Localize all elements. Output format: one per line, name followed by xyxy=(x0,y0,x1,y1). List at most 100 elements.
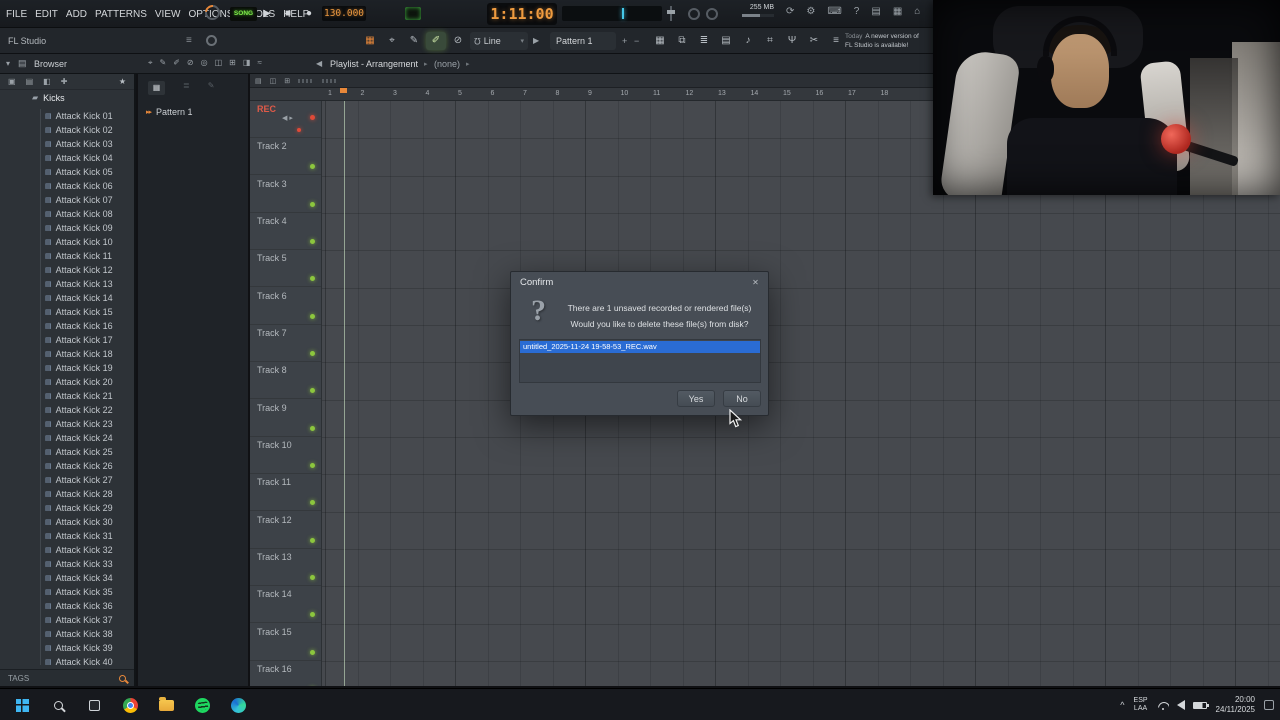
help-icon[interactable]: ? xyxy=(854,6,860,17)
browser-item[interactable]: ▤ Attack Kick 29 xyxy=(0,501,134,515)
menu-file[interactable]: FILE xyxy=(6,9,27,20)
preview-play-icon[interactable]: ▶ xyxy=(533,36,539,45)
typing-keyboard-icon[interactable]: ⌨ xyxy=(827,6,841,17)
hidden-icons-caret[interactable]: ^ xyxy=(1120,700,1124,710)
browser-item[interactable]: ▤ Attack Kick 34 xyxy=(0,571,134,585)
browser-toggle-icon[interactable]: ♪ xyxy=(738,32,758,50)
browser-item[interactable]: ▤ Attack Kick 24 xyxy=(0,431,134,445)
browser-item[interactable]: ▤ Attack Kick 11 xyxy=(0,249,134,263)
target-tool-icon[interactable]: ⌖ xyxy=(148,58,153,68)
playlist-breadcrumb[interactable]: Playlist - Arrangement xyxy=(330,59,418,69)
patcher-icon[interactable]: Ψ xyxy=(782,32,802,50)
slip-tool-icon[interactable]: ◫ xyxy=(215,58,223,68)
track-header[interactable]: Track 13 xyxy=(250,549,321,586)
update-notification[interactable]: Today A newer version of FL Studio is ava… xyxy=(845,32,935,50)
browser-item[interactable]: ▤ Attack Kick 07 xyxy=(0,193,134,207)
track-header[interactable]: Track 3 xyxy=(250,176,321,213)
record-button[interactable]: ● xyxy=(301,6,317,22)
file-explorer-button[interactable] xyxy=(154,693,178,717)
yes-button[interactable]: Yes xyxy=(677,390,715,407)
close-icon[interactable]: ✕ xyxy=(748,276,763,289)
track-enable-dot[interactable] xyxy=(310,238,315,244)
arrangement-selector[interactable]: (none) xyxy=(434,59,460,69)
browser-item[interactable]: ▤ Attack Kick 13 xyxy=(0,277,134,291)
menu-add[interactable]: ADD xyxy=(66,9,87,20)
browser-item[interactable]: ▤ Attack Kick 32 xyxy=(0,543,134,557)
browser-item[interactable]: ▤ Attack Kick 38 xyxy=(0,627,134,641)
browser-folder-kicks[interactable]: ▰ Kicks xyxy=(0,90,134,105)
wifi-icon[interactable] xyxy=(1157,701,1169,710)
edge-button[interactable] xyxy=(226,693,250,717)
mixer-icon[interactable]: ▤ xyxy=(716,32,736,50)
track-header[interactable]: Track 6 xyxy=(250,288,321,325)
delete-tool-icon[interactable]: ⊘ xyxy=(187,58,194,68)
channel-rack-icon[interactable]: ≣ xyxy=(694,32,714,50)
track-header[interactable]: Track 12 xyxy=(250,512,321,549)
browser-item[interactable]: ▤ Attack Kick 15 xyxy=(0,305,134,319)
browser-item[interactable]: ▤ Attack Kick 36 xyxy=(0,599,134,613)
browser-item[interactable]: ▤ Attack Kick 33 xyxy=(0,557,134,571)
browser-item[interactable]: ▤ Attack Kick 23 xyxy=(0,417,134,431)
tempo-display[interactable]: 130.000 xyxy=(322,6,366,21)
track-header[interactable]: Track 15 xyxy=(250,624,321,661)
browser-tab-all-icon[interactable]: ▣ xyxy=(8,77,16,86)
playlist-speaker-icon[interactable]: ◀ xyxy=(316,59,322,68)
track-header[interactable]: Track 8 xyxy=(250,362,321,400)
record-arm-dot[interactable] xyxy=(310,115,315,120)
browser-item[interactable]: ▤ Attack Kick 31 xyxy=(0,529,134,543)
track-header[interactable]: Track 16 xyxy=(250,661,321,686)
browser-item[interactable]: ▤ Attack Kick 28 xyxy=(0,487,134,501)
browser-tab-plugins-icon[interactable]: ◧ xyxy=(43,77,51,86)
pattern-list-icon[interactable]: ≣ xyxy=(183,81,190,95)
start-button[interactable] xyxy=(10,693,34,717)
browser-item[interactable]: ▤ Attack Kick 12 xyxy=(0,263,134,277)
track-header[interactable]: Track 4 xyxy=(250,213,321,250)
preview-tool-icon[interactable]: ≈ xyxy=(257,58,261,68)
record-dot[interactable] xyxy=(297,128,301,132)
piano-roll-icon[interactable]: ⧉ xyxy=(672,32,692,50)
browser-item[interactable]: ▤ Attack Kick 35 xyxy=(0,585,134,599)
browser-item[interactable]: ▤ Attack Kick 27 xyxy=(0,473,134,487)
pattern-list-item[interactable]: ▸▸ Pattern 1 xyxy=(138,104,248,119)
track-enable-dot[interactable] xyxy=(310,500,315,506)
browser-item[interactable]: ▤ Attack Kick 02 xyxy=(0,123,134,137)
no-button[interactable]: No xyxy=(723,390,761,407)
track-mini-controls[interactable]: ◀ ▸ xyxy=(282,114,293,122)
marker-icon[interactable]: ◫ xyxy=(270,77,277,85)
browser-item[interactable]: ▤ Attack Kick 30 xyxy=(0,515,134,529)
shuffle-knob[interactable] xyxy=(688,8,700,20)
browser-item[interactable]: ▤ Attack Kick 19 xyxy=(0,361,134,375)
browser-tab-files-icon[interactable]: ▤ xyxy=(26,77,34,86)
pattern-remove-button[interactable]: − xyxy=(634,36,639,46)
cpu-panel-icon[interactable]: ▦ xyxy=(893,6,902,17)
battery-icon[interactable] xyxy=(1192,701,1209,709)
pencil-tool-icon[interactable]: ✎ xyxy=(404,32,424,50)
browser-item[interactable]: ▤ Attack Kick 04 xyxy=(0,151,134,165)
track-enable-dot[interactable] xyxy=(310,574,315,580)
track-enable-dot[interactable] xyxy=(310,537,315,543)
browser-item[interactable]: ▤ Attack Kick 16 xyxy=(0,319,134,333)
taskbar-clock[interactable]: 20:00 24/11/2025 xyxy=(1216,695,1255,715)
track-enable-dot[interactable] xyxy=(310,350,315,356)
song-mode-switch[interactable]: SONG xyxy=(230,7,257,21)
manual-icon[interactable]: ▤ xyxy=(871,6,880,17)
track-header[interactable]: Track 10 xyxy=(250,437,321,474)
unsaved-files-list[interactable]: untitled_2025-11-24 19-58-53_REC.wav xyxy=(519,339,761,383)
browser-item[interactable]: ▤ Attack Kick 08 xyxy=(0,207,134,221)
tags-bar[interactable]: TAGS xyxy=(0,669,134,686)
browser-item[interactable]: ▤ Attack Kick 22 xyxy=(0,403,134,417)
track-enable-dot[interactable] xyxy=(310,388,315,394)
plugin-picker-icon[interactable]: ⌗ xyxy=(760,32,780,50)
grid-snap-icon[interactable]: ▦ xyxy=(360,32,380,50)
more-icon[interactable]: ≡ xyxy=(826,32,846,50)
search-button[interactable] xyxy=(46,693,70,717)
delete-tool-icon[interactable]: ⊘ xyxy=(448,32,468,50)
browser-item[interactable]: ▤ Attack Kick 26 xyxy=(0,459,134,473)
zoom-icon[interactable]: ⊞ xyxy=(284,77,290,85)
browser-item[interactable]: ▤ Attack Kick 18 xyxy=(0,347,134,361)
pattern-grid-icon[interactable]: ▦ xyxy=(148,81,165,95)
menu-patterns[interactable]: PATTERNS xyxy=(95,9,147,20)
stop-button[interactable]: ■ xyxy=(280,6,296,22)
tools-icon[interactable]: ✂ xyxy=(804,32,824,50)
track-header[interactable]: Track 11 xyxy=(250,474,321,512)
